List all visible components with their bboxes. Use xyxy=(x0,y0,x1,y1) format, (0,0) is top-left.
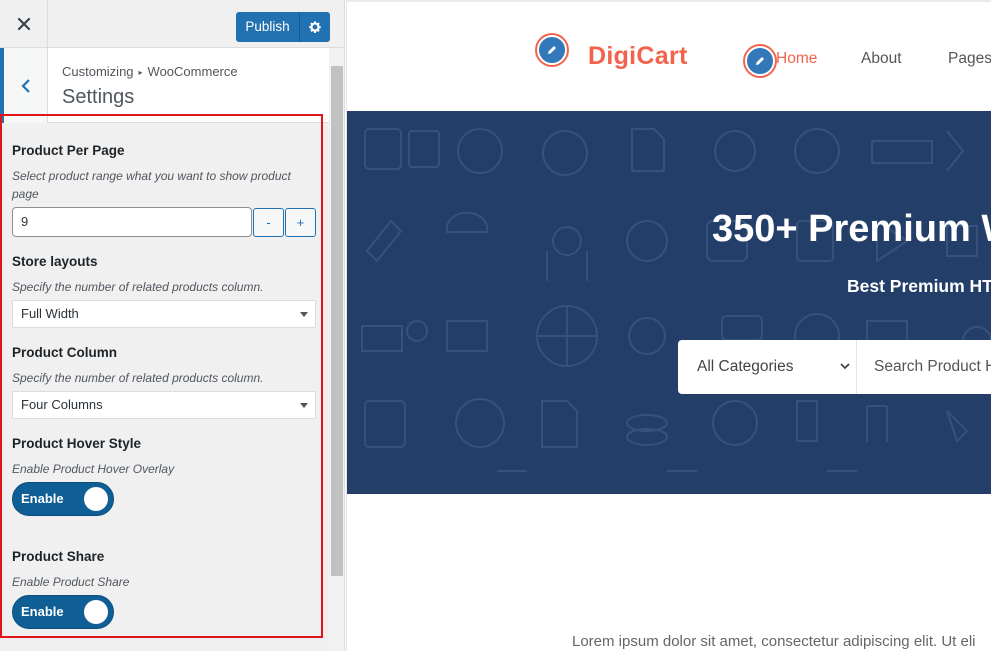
breadcrumb: Customizing ▸ WooCommerce xyxy=(62,64,238,79)
customizer-screen: Publish Customizing ▸ WooCommerce Settings… xyxy=(0,0,991,651)
edit-shortcut-logo[interactable] xyxy=(537,35,567,65)
nav-pages[interactable]: Pages xyxy=(948,50,991,68)
highlight-annotation-box xyxy=(0,114,323,638)
chevron-down-icon xyxy=(840,363,850,370)
body-text: Lorem ipsum dolor sit amet, consectetur … xyxy=(572,633,976,650)
breadcrumb-current: WooCommerce xyxy=(147,64,238,79)
hero-icon-pattern xyxy=(361,128,991,472)
nav-home[interactable]: Home xyxy=(776,50,817,68)
back-button[interactable] xyxy=(0,48,48,123)
section-title: Settings xyxy=(62,86,135,108)
site-logo[interactable]: DigiCart xyxy=(588,42,688,71)
hero-banner: 350+ Premium W Best Premium HT All Categ… xyxy=(347,111,991,494)
site-preview: DigiCart Home About Pages 350+ Premium W… xyxy=(346,0,991,651)
nav-about[interactable]: About xyxy=(861,50,902,68)
category-select-value: All Categories xyxy=(697,358,794,375)
publish-button-group: Publish xyxy=(236,12,330,42)
product-search-input[interactable]: Search Product H xyxy=(858,340,991,394)
customizer-topbar: Publish xyxy=(0,0,344,48)
chevron-left-icon xyxy=(20,78,30,93)
breadcrumb-root: Customizing xyxy=(62,64,134,79)
publish-button[interactable]: Publish xyxy=(236,12,300,42)
hero-subtitle: Best Premium HT xyxy=(847,276,991,296)
edit-shortcut-menu[interactable] xyxy=(745,46,775,76)
section-header: Customizing ▸ WooCommerce Settings xyxy=(0,48,329,123)
customizer-sidebar: Publish Customizing ▸ WooCommerce Settings… xyxy=(0,0,345,651)
pencil-icon xyxy=(756,57,764,65)
publish-settings-button[interactable] xyxy=(300,20,330,34)
category-select[interactable]: All Categories xyxy=(678,340,857,394)
product-search-bar: All Categories Search Product H xyxy=(678,340,991,394)
scrollbar-thumb[interactable] xyxy=(331,66,343,576)
close-icon xyxy=(17,17,30,31)
close-customizer-button[interactable] xyxy=(0,0,48,48)
hero-title: 350+ Premium W xyxy=(712,208,991,250)
gear-icon xyxy=(309,21,321,33)
site-header: DigiCart Home About Pages xyxy=(347,0,991,111)
breadcrumb-arrow-icon: ▸ xyxy=(138,68,143,77)
pencil-icon xyxy=(548,46,556,54)
